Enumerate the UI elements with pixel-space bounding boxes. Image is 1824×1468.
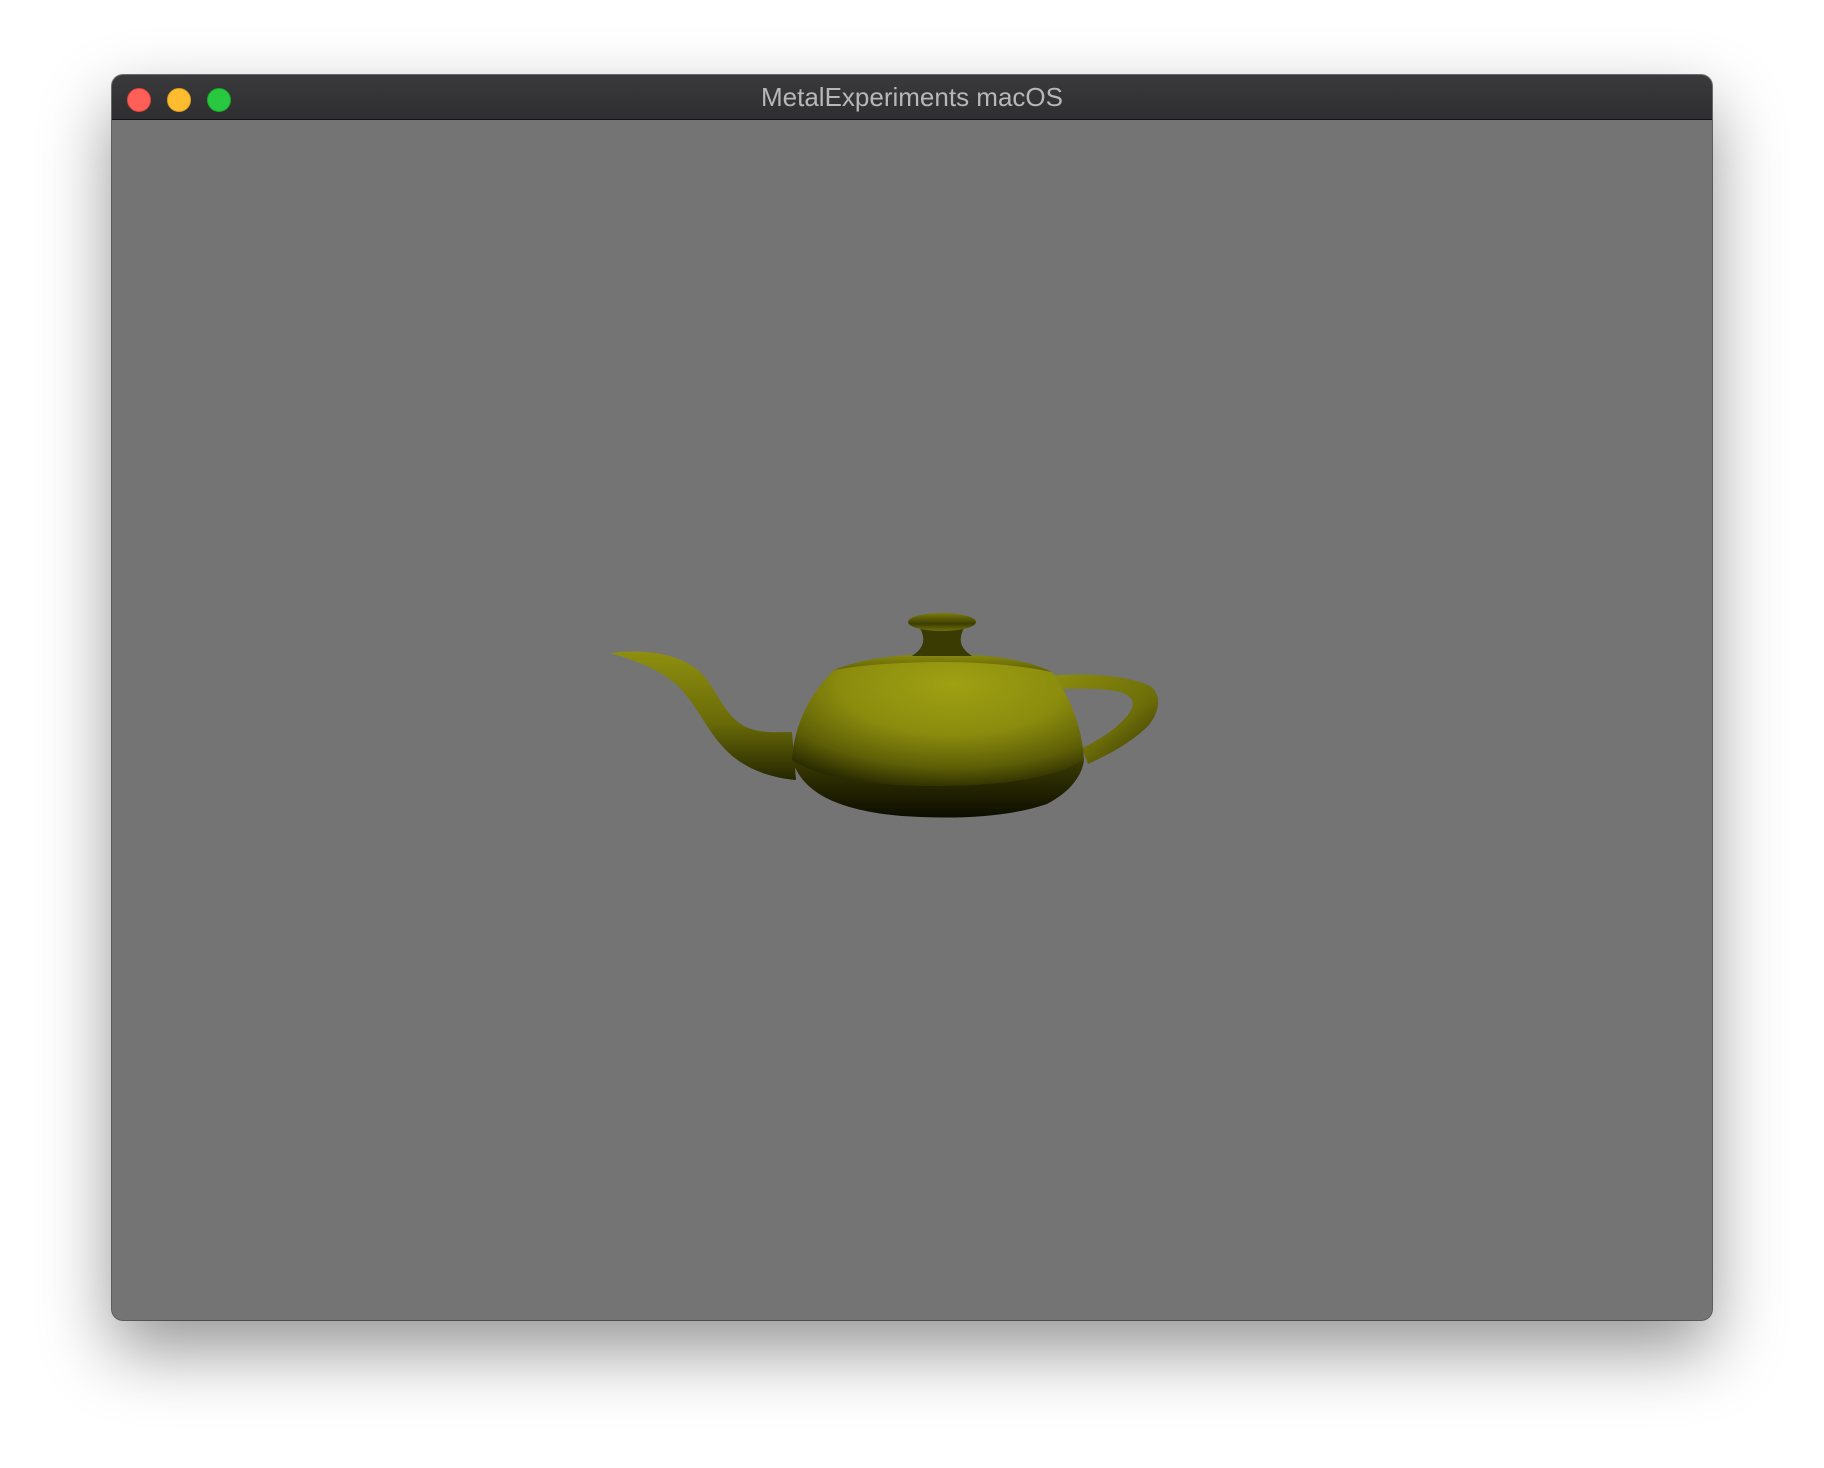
desktop: MetalExperiments macOS: [0, 0, 1824, 1468]
teapot-spout: [610, 651, 796, 780]
title-bar[interactable]: MetalExperiments macOS: [112, 75, 1712, 120]
teapot-scene: [610, 613, 1159, 818]
metal-viewport[interactable]: [112, 120, 1712, 1320]
window-title: MetalExperiments macOS: [761, 82, 1063, 112]
app-window: MetalExperiments macOS: [112, 75, 1712, 1320]
teapot-body: [792, 656, 1084, 786]
teapot-knob-stem: [912, 628, 972, 656]
teapot-knob: [908, 613, 976, 631]
